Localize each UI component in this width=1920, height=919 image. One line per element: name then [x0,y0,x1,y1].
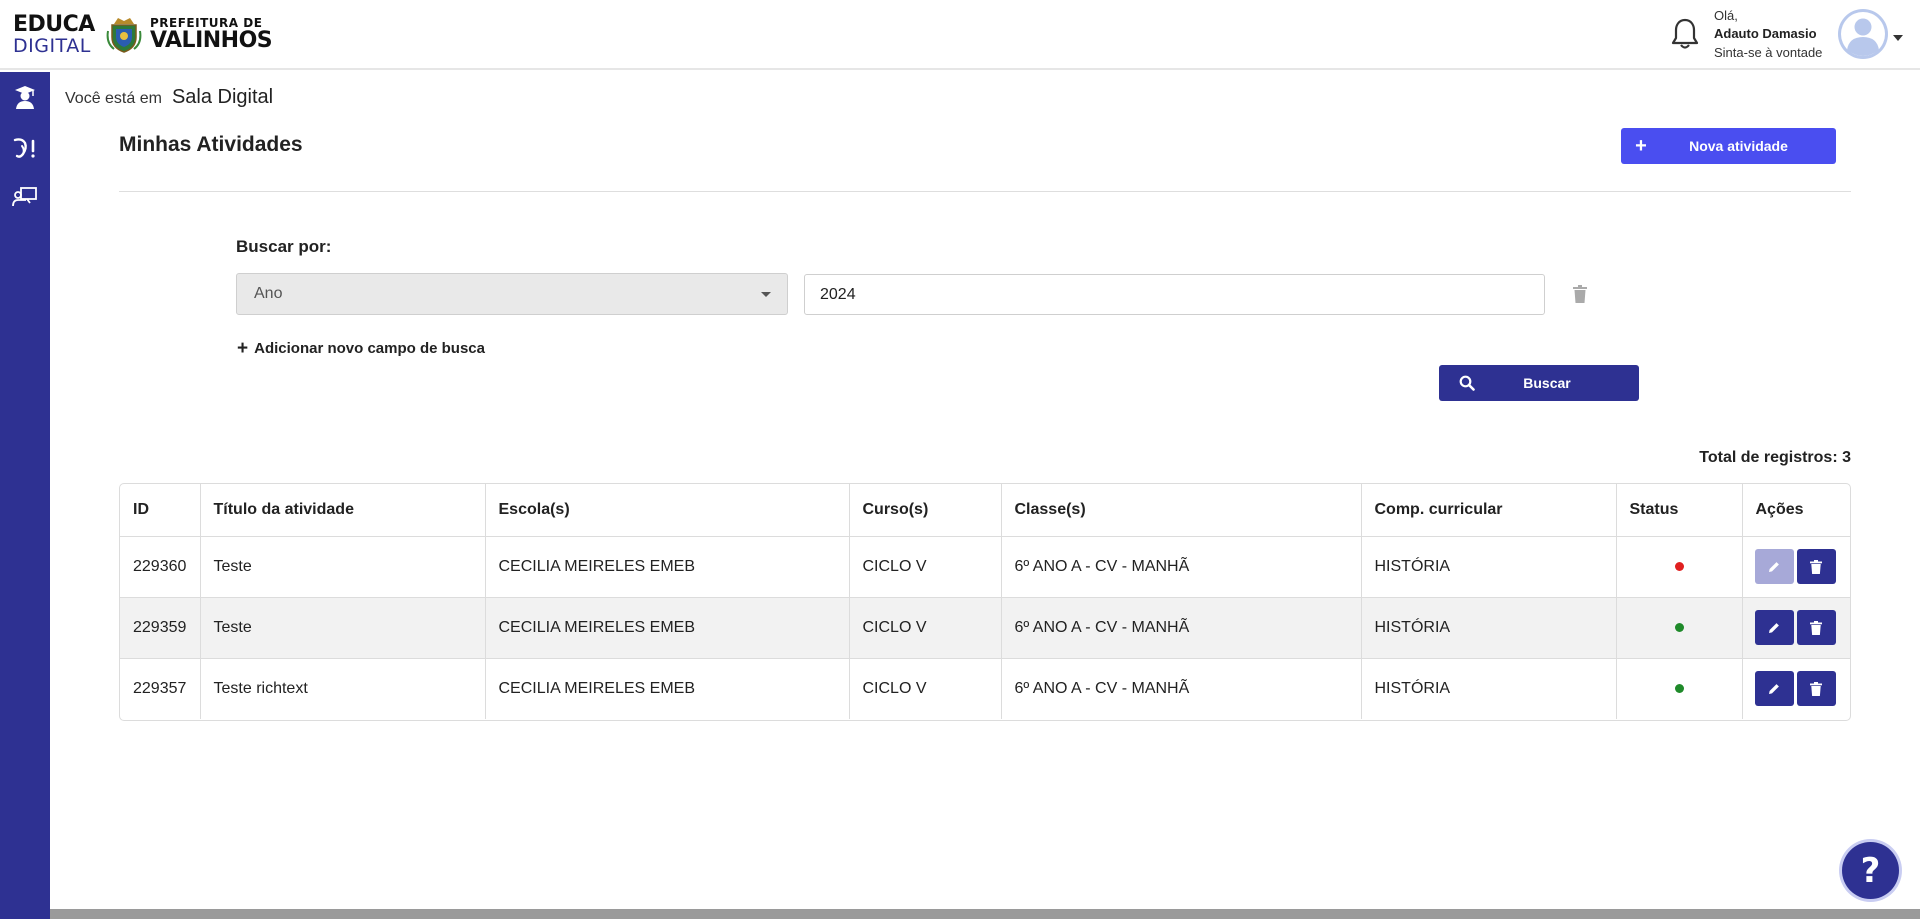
help-button[interactable]: ? [1842,842,1899,899]
cell-id: 229360 [120,536,200,598]
horizontal-scrollbar[interactable] [50,909,1920,919]
status-dot [1674,683,1684,693]
search-label: Buscar por: [236,237,332,256]
sidebar [0,72,50,919]
search-button[interactable]: Buscar [1439,365,1639,401]
table-row: 229357 Teste richtext CECILIA MEIRELES E… [120,658,1850,719]
activities-table: ID Título da atividade Escola(s) Curso(s… [119,483,1851,721]
breadcrumb: Você está em Sala Digital [65,86,273,109]
cell-subject: HISTÓRIA [1360,658,1616,719]
city-crest-icon [106,18,142,53]
edit-button[interactable] [1754,671,1794,707]
user-info: Olá, Adauto Damasio Sinta-se à vontade [1714,8,1822,61]
search-value-input[interactable] [804,274,1545,315]
column-header[interactable]: Título da atividade [199,484,485,537]
breadcrumb-prefix: Você está em [65,90,162,107]
bell-icon[interactable] [1670,17,1700,51]
new-activity-button[interactable]: + Nova atividade [1621,128,1836,164]
new-activity-label: Nova atividade [1689,138,1788,154]
trash-icon [1810,620,1822,635]
logo-educa-text: EDUCA [13,12,95,37]
cell-course: CICLO V [848,536,1001,598]
chevron-down-icon[interactable] [1893,35,1903,41]
delete-button[interactable] [1796,671,1836,707]
teacher-board-icon[interactable] [12,184,38,210]
cell-status [1615,536,1742,598]
divider [119,191,1851,192]
cell-id: 229357 [133,679,187,697]
cell-class: 6º ANO A - CV - MANHÃ [1000,658,1361,719]
search-button-label: Buscar [1523,375,1571,391]
plus-icon: + [1635,134,1647,157]
column-header: Ações [1741,484,1850,537]
logo-digital-text: DIGITAL [13,35,91,57]
column-header[interactable]: ID [120,484,200,537]
cell-course: CICLO V [848,597,1001,659]
status-dot [1674,622,1684,632]
logo-valinhos-text: VALINHOS [150,28,273,53]
cell-class: 6º ANO A - CV - MANHÃ [1000,536,1361,598]
search-field-select-value: Ano [254,285,283,302]
welcome-text: Sinta-se à vontade [1714,44,1823,60]
search-field-select[interactable]: Ano [236,273,788,315]
cell-actions [1741,597,1850,659]
cell-status [1615,597,1742,659]
add-search-field-label: Adicionar novo campo de busca [254,340,485,357]
page-title: Minhas Atividades [119,133,303,156]
pencil-icon [1769,622,1779,633]
cell-title: Teste richtext [199,658,485,719]
delete-button[interactable] [1796,610,1836,645]
total-records: Total de registros: 3 [1699,449,1851,466]
cell-actions [1741,658,1850,719]
pencil-icon [1769,561,1779,572]
cell-title: Teste [199,597,485,659]
cell-title: Teste [199,536,485,598]
column-header[interactable]: Classe(s) [1000,484,1361,537]
cell-status [1615,658,1742,719]
cell-subject: HISTÓRIA [1360,597,1616,659]
cell-course: CICLO V [848,658,1001,719]
table-row: 229360 Teste CECILIA MEIRELES EMEB CICLO… [120,536,1850,598]
educa-digital-logo[interactable]: EDUCA DIGITAL [13,14,95,56]
cell-school: CECILIA MEIRELES EMEB [484,658,849,719]
cell-id: 229359 [120,597,200,659]
table-row: 229359 Teste CECILIA MEIRELES EMEB CICLO… [120,597,1850,659]
delete-button[interactable] [1796,549,1836,584]
prefeitura-valinhos-logo[interactable]: PREFEITURA DE VALINHOS [150,17,273,53]
graduation-icon[interactable] [12,84,38,110]
cell-school: CECILIA MEIRELES EMEB [484,597,849,659]
status-dot [1674,561,1684,571]
trash-icon [1810,559,1822,574]
cell-class: 6º ANO A - CV - MANHÃ [1000,597,1361,659]
cell-school: CECILIA MEIRELES EMEB [484,536,849,598]
caret-down-icon [761,292,771,297]
pencil-icon [1769,683,1779,694]
column-header[interactable]: Escola(s) [484,484,849,537]
plus-icon: + [237,338,249,359]
column-header[interactable]: Comp. curricular [1360,484,1616,537]
avatar-icon[interactable] [1837,8,1889,60]
greeting-text: Olá, [1714,8,1738,23]
table-header-row: ID Título da atividade Escola(s) Curso(s… [120,484,1850,537]
edit-button[interactable] [1754,610,1794,645]
trash-icon[interactable] [1572,285,1588,303]
cell-subject: HISTÓRIA [1360,536,1616,598]
search-icon [1439,375,1495,391]
column-header[interactable]: Curso(s) [848,484,1001,537]
add-search-field-button[interactable]: + Adicionar novo campo de busca [237,339,485,358]
edit-button[interactable] [1754,549,1794,584]
cell-actions [1741,536,1850,598]
breadcrumb-current: Sala Digital [171,86,274,108]
column-header[interactable]: Status [1615,484,1742,537]
trash-icon [1810,681,1822,696]
activity-icon[interactable] [12,134,38,160]
top-header: EDUCA DIGITAL PREFEITURA DE VALINHOS Olá… [0,0,1920,70]
user-name: Adauto Damasio [1714,26,1817,42]
